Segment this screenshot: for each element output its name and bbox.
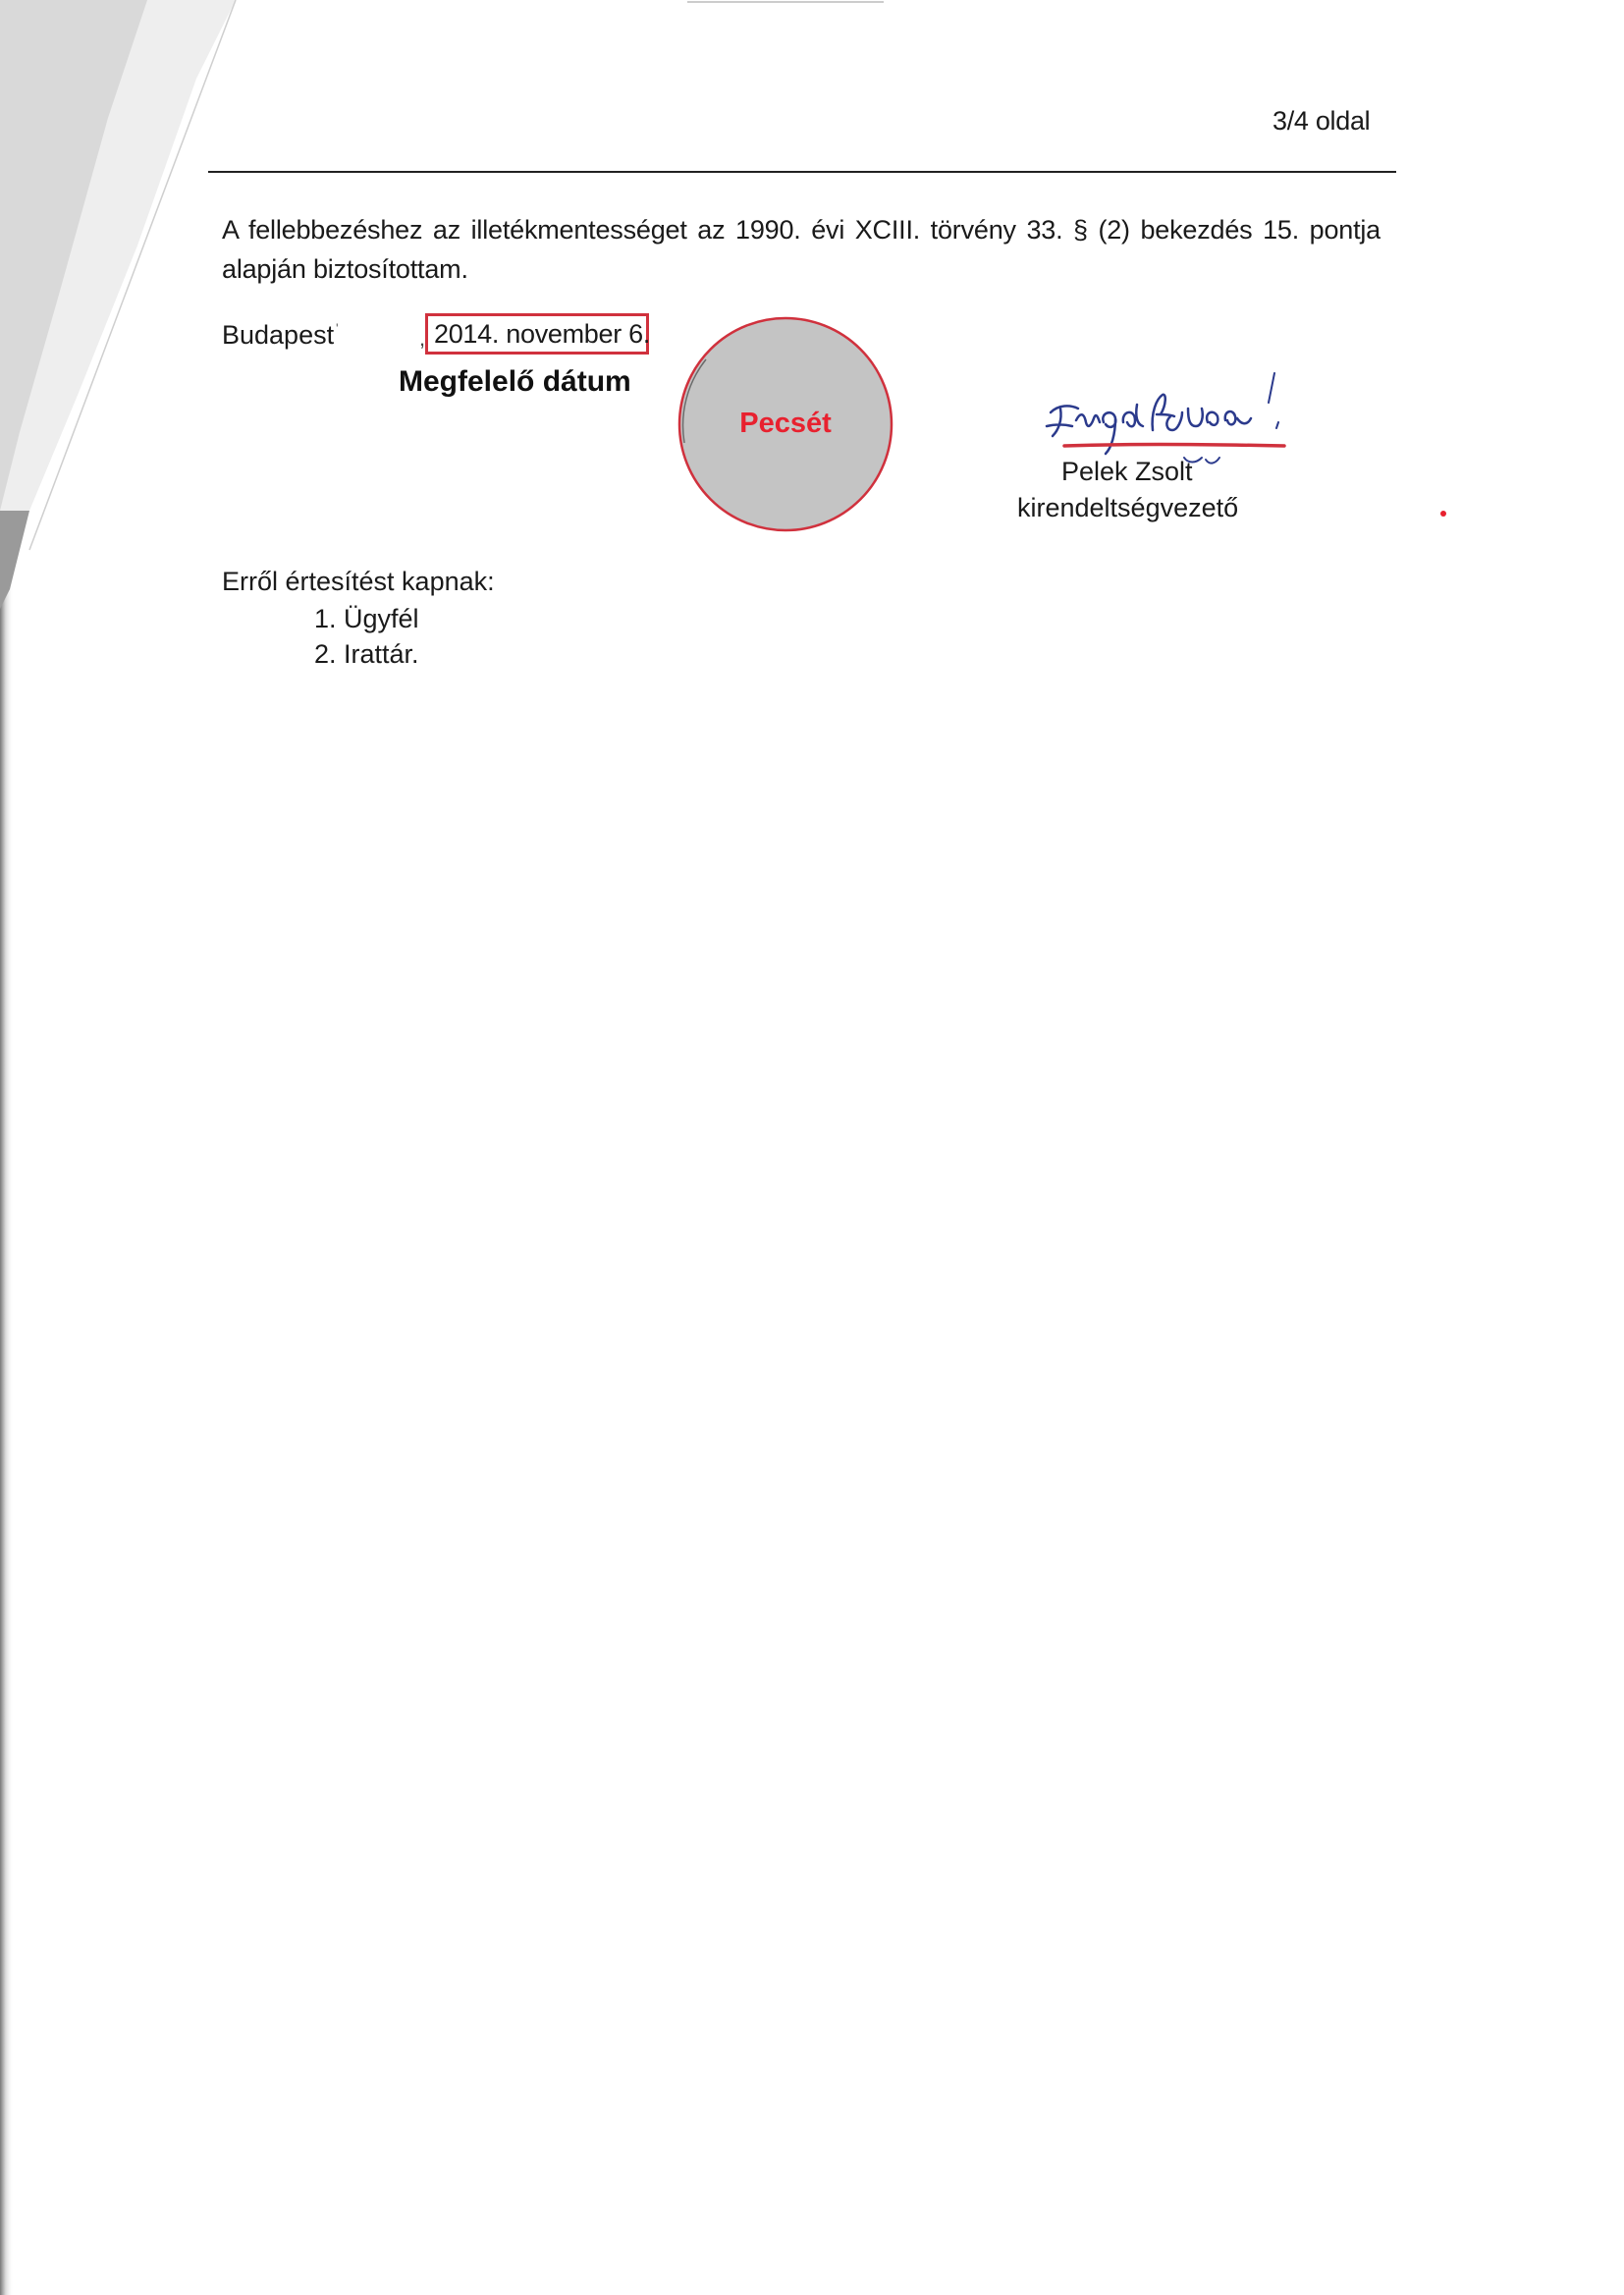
signer-name: Pelek Zsolt	[1061, 457, 1193, 486]
date-highlight-box: 2014. november 6.	[425, 313, 650, 355]
city-label: Budapest	[222, 320, 335, 350]
page-number: 3/4 oldal	[1272, 106, 1371, 136]
fee-exemption-paragraph: A fellebbezéshez az illetékmentességet a…	[222, 215, 1380, 284]
stamp-label: Pecsét	[739, 408, 832, 439]
list-item: 2. Irattár.	[314, 639, 419, 669]
recipient-list: 1. Ügyfél 2. Irattár.	[314, 601, 419, 672]
list-item: 1. Ügyfél	[314, 604, 419, 633]
date-caption: Megfelelő dátum	[399, 365, 631, 398]
header-rule	[208, 171, 1396, 173]
signer-title: kirendeltségvezető	[1017, 493, 1239, 522]
city-tick-mark: '	[336, 320, 339, 336]
red-mark	[1440, 511, 1446, 517]
distribution-heading: Erről értesítést kapnak:	[222, 567, 495, 596]
